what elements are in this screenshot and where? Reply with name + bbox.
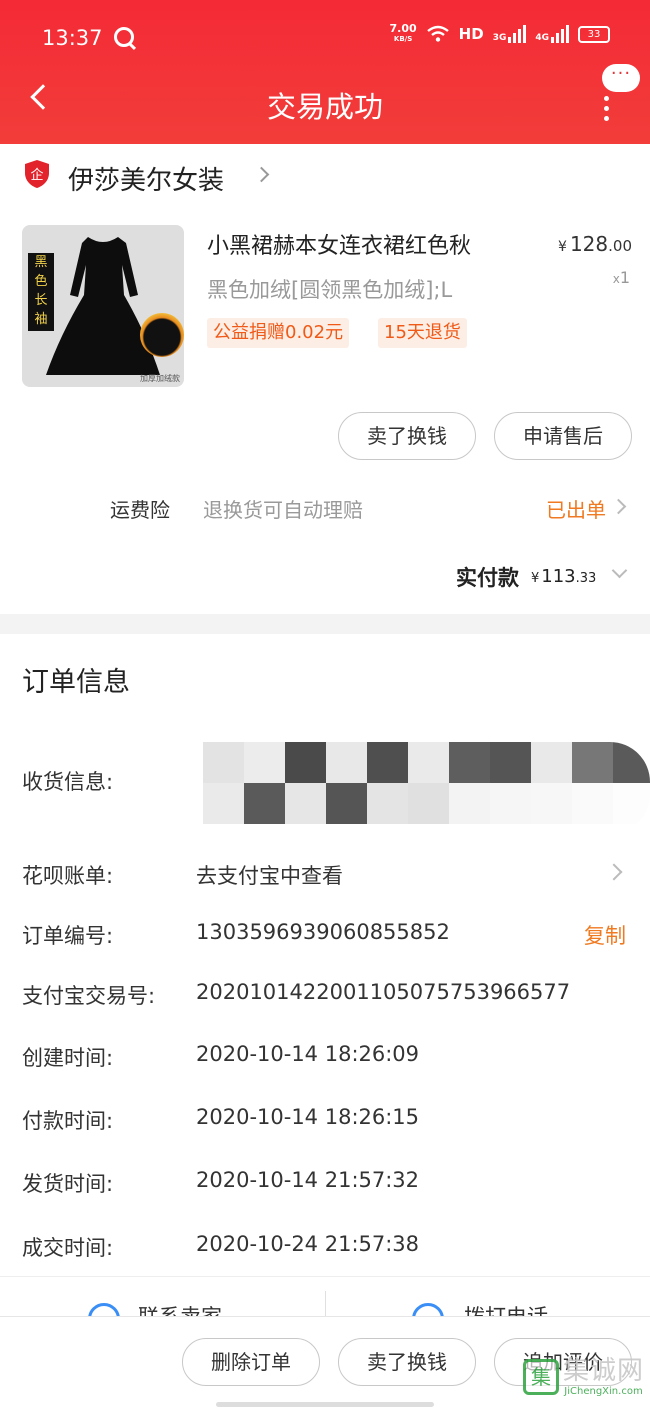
- shipping-info-label: 收货信息:: [22, 770, 114, 794]
- enterprise-shield-icon: 企: [25, 160, 49, 188]
- delete-order-button[interactable]: 删除订单: [182, 1338, 320, 1386]
- copy-button[interactable]: 复制: [584, 920, 626, 950]
- order-info-title: 订单信息: [22, 667, 130, 698]
- shop-name[interactable]: 伊莎美尔女装: [68, 160, 224, 197]
- divider: [325, 1291, 326, 1316]
- after-sale-button[interactable]: 申请售后: [494, 412, 632, 460]
- section-divider: [0, 614, 650, 634]
- phone-icon[interactable]: [412, 1303, 444, 1316]
- paid-time-label: 付款时间:: [22, 1109, 114, 1133]
- charity-tag: 公益捐赠0.02元: [207, 318, 350, 348]
- paid-time-value: 2020-10-14 18:26:15: [196, 1105, 420, 1129]
- shop-row[interactable]: 企 伊莎美尔女装: [0, 144, 650, 210]
- redacted-address: [203, 742, 650, 834]
- site-watermark-logo: 集 集诚网 JiChengXin.com: [522, 1356, 644, 1398]
- net-speed: 7.00 KB/S: [389, 22, 417, 43]
- deal-time-value: 2020-10-24 21:57:38: [196, 1232, 420, 1256]
- chevron-right-icon: [253, 166, 270, 183]
- insurance-desc: 退换货可自动理赔: [203, 498, 363, 522]
- paid-amount: ¥113.33: [531, 566, 597, 587]
- product-image[interactable]: 黑 色 长 袖 加厚加绒款: [22, 225, 184, 387]
- product-sku: 黑色加绒[圆领黑色加绒];L: [207, 278, 453, 302]
- return-policy-tag: 15天退货: [378, 318, 467, 348]
- paid-label: 实付款: [456, 566, 519, 590]
- insurance-label: 运费险: [110, 498, 170, 522]
- chevron-right-icon[interactable]: [610, 498, 627, 515]
- app-header: 13:37 7.00 KB/S HD 3G 4G 33 交易成功 ···: [0, 0, 650, 144]
- order-number-label: 订单编号:: [22, 924, 114, 948]
- svg-text:企: 企: [30, 167, 43, 183]
- chevron-right-icon[interactable]: [605, 863, 623, 881]
- message-bubble-icon[interactable]: ···: [602, 64, 640, 92]
- image-caption: 加厚加绒款: [140, 374, 180, 383]
- status-indicators: 7.00 KB/S HD 3G 4G 33: [389, 22, 610, 44]
- insurance-status[interactable]: 已出单: [546, 494, 606, 523]
- signal-bars-icon: [551, 25, 569, 43]
- page-title: 交易成功: [266, 90, 383, 124]
- status-time: 13:37: [42, 26, 103, 50]
- contact-seller-button[interactable]: 联系卖家: [138, 1301, 222, 1316]
- created-time-value: 2020-10-14 18:26:09: [196, 1042, 420, 1066]
- signal-bars-icon: [508, 25, 527, 43]
- battery-icon: 33: [578, 25, 610, 43]
- resell-button[interactable]: 卖了换钱: [338, 1338, 476, 1386]
- search-notification-icon: [114, 27, 134, 47]
- product-quantity: x1: [612, 268, 630, 287]
- shipped-time-value: 2020-10-14 21:57:32: [196, 1168, 420, 1192]
- call-button[interactable]: 拨打电话: [464, 1301, 548, 1316]
- product-title[interactable]: 小黑裙赫本女连衣裙红色秋: [207, 228, 471, 260]
- fire-icon: [140, 313, 184, 357]
- signal-3g: 3G: [493, 25, 527, 43]
- order-number-value: 1303596939060855852: [196, 920, 450, 944]
- chat-icon[interactable]: [88, 1303, 120, 1316]
- more-menu-icon[interactable]: [604, 96, 610, 126]
- alipay-trade-label: 支付宝交易号:: [22, 984, 156, 1008]
- huabei-label: 花呗账单:: [22, 864, 114, 888]
- home-indicator: [216, 1402, 434, 1407]
- signal-4g: 4G: [535, 25, 569, 43]
- huabei-link[interactable]: 去支付宝中查看: [196, 860, 343, 890]
- image-sticker: 黑 色 长 袖: [28, 253, 54, 331]
- shipped-time-label: 发货时间:: [22, 1172, 114, 1196]
- alipay-trade-value: 2020101422001105075753966577: [196, 980, 571, 1004]
- wifi-icon: [426, 25, 449, 42]
- created-time-label: 创建时间:: [22, 1046, 114, 1070]
- chevron-down-icon[interactable]: [611, 562, 628, 579]
- contact-strip: 联系卖家 拨打电话: [0, 1276, 650, 1316]
- hd-label: HD: [458, 25, 484, 43]
- deal-time-label: 成交时间:: [22, 1236, 114, 1260]
- resell-button[interactable]: 卖了换钱: [338, 412, 476, 460]
- product-price: ¥128.00: [558, 232, 632, 256]
